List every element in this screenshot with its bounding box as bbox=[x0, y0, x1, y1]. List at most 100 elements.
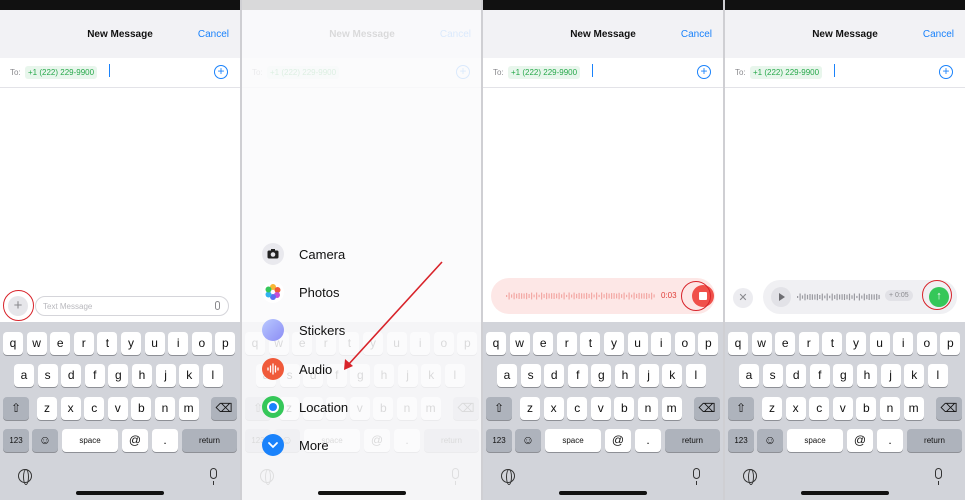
return-key[interactable]: return bbox=[182, 429, 237, 452]
recipient-chip[interactable]: +1 (222) 229-9900 bbox=[25, 66, 98, 79]
key-x[interactable]: x bbox=[785, 397, 806, 420]
key-n[interactable]: n bbox=[638, 397, 658, 420]
key-w[interactable]: w bbox=[751, 332, 772, 355]
key-s[interactable]: s bbox=[762, 364, 783, 387]
add-contact-icon[interactable]: + bbox=[939, 65, 953, 79]
key-s[interactable]: s bbox=[37, 364, 58, 387]
key-q[interactable]: q bbox=[728, 332, 748, 355]
key-v[interactable]: v bbox=[832, 397, 853, 420]
key-j[interactable]: j bbox=[155, 364, 176, 387]
recipient-row[interactable]: To: +1 (222) 229-9900 + bbox=[483, 58, 723, 88]
key-s[interactable]: s bbox=[520, 364, 541, 387]
key-a[interactable]: a bbox=[497, 364, 517, 387]
recipient-row[interactable]: To: +1 (222) 229-9900 + bbox=[0, 58, 240, 88]
key-o[interactable]: o bbox=[674, 332, 695, 355]
play-icon[interactable] bbox=[771, 287, 791, 307]
key-z[interactable]: z bbox=[520, 397, 540, 420]
key-a[interactable]: a bbox=[739, 364, 759, 387]
emoji-key[interactable]: ☺ bbox=[515, 429, 541, 452]
key-f[interactable]: f bbox=[84, 364, 105, 387]
key-t[interactable]: t bbox=[97, 332, 118, 355]
key-u[interactable]: u bbox=[144, 332, 165, 355]
period-key[interactable]: . bbox=[635, 429, 661, 452]
key-v[interactable]: v bbox=[590, 397, 611, 420]
key-o[interactable]: o bbox=[191, 332, 212, 355]
shift-key[interactable]: ⇧ bbox=[486, 397, 512, 420]
key-r[interactable]: r bbox=[556, 332, 577, 355]
key-b[interactable]: b bbox=[614, 397, 635, 420]
numbers-key[interactable]: 123 bbox=[728, 429, 754, 452]
key-d[interactable]: d bbox=[544, 364, 565, 387]
key-u[interactable]: u bbox=[627, 332, 648, 355]
key-k[interactable]: k bbox=[179, 364, 200, 387]
at-key[interactable]: @ bbox=[847, 429, 873, 452]
recipient-chip[interactable]: +1 (222) 229-9900 bbox=[508, 66, 581, 79]
space-key[interactable]: space bbox=[62, 429, 118, 452]
key-k[interactable]: k bbox=[662, 364, 683, 387]
key-f[interactable]: f bbox=[809, 364, 830, 387]
key-r[interactable]: r bbox=[798, 332, 819, 355]
return-key[interactable]: return bbox=[907, 429, 962, 452]
dictation-mic-icon[interactable] bbox=[215, 301, 220, 310]
key-p[interactable]: p bbox=[698, 332, 719, 355]
key-f[interactable]: f bbox=[567, 364, 588, 387]
shift-key[interactable]: ⇧ bbox=[728, 397, 754, 420]
shift-key[interactable]: ⇧ bbox=[3, 397, 29, 420]
emoji-key[interactable]: ☺ bbox=[32, 429, 58, 452]
backspace-key[interactable]: ⌫ bbox=[936, 397, 962, 420]
keyboard-mic-icon[interactable] bbox=[693, 468, 700, 485]
return-key[interactable]: return bbox=[665, 429, 720, 452]
key-a[interactable]: a bbox=[14, 364, 34, 387]
key-l[interactable]: l bbox=[685, 364, 706, 387]
key-o[interactable]: o bbox=[916, 332, 937, 355]
key-z[interactable]: z bbox=[37, 397, 57, 420]
period-key[interactable]: . bbox=[877, 429, 903, 452]
at-key[interactable]: @ bbox=[605, 429, 631, 452]
cancel-button[interactable]: Cancel bbox=[681, 29, 712, 40]
key-w[interactable]: w bbox=[509, 332, 530, 355]
key-r[interactable]: r bbox=[73, 332, 94, 355]
key-g[interactable]: g bbox=[108, 364, 129, 387]
period-key[interactable]: . bbox=[152, 429, 178, 452]
key-b[interactable]: b bbox=[856, 397, 877, 420]
key-x[interactable]: x bbox=[543, 397, 564, 420]
key-h[interactable]: h bbox=[615, 364, 635, 387]
key-l[interactable]: l bbox=[927, 364, 948, 387]
key-d[interactable]: d bbox=[61, 364, 82, 387]
key-c[interactable]: c bbox=[567, 397, 588, 420]
key-c[interactable]: c bbox=[84, 397, 105, 420]
globe-icon[interactable] bbox=[501, 469, 515, 485]
key-j[interactable]: j bbox=[638, 364, 659, 387]
key-w[interactable]: w bbox=[26, 332, 47, 355]
key-u[interactable]: u bbox=[869, 332, 890, 355]
globe-icon[interactable] bbox=[743, 469, 757, 485]
keyboard-mic-icon[interactable] bbox=[210, 468, 217, 485]
at-key[interactable]: @ bbox=[122, 429, 148, 452]
key-j[interactable]: j bbox=[880, 364, 901, 387]
key-y[interactable]: y bbox=[121, 332, 141, 355]
add-contact-icon[interactable]: + bbox=[214, 65, 228, 79]
key-b[interactable]: b bbox=[131, 397, 152, 420]
key-l[interactable]: l bbox=[202, 364, 223, 387]
numbers-key[interactable]: 123 bbox=[3, 429, 29, 452]
key-g[interactable]: g bbox=[591, 364, 612, 387]
discard-audio-button[interactable]: ✕ bbox=[733, 288, 753, 308]
key-d[interactable]: d bbox=[786, 364, 807, 387]
key-q[interactable]: q bbox=[486, 332, 506, 355]
key-t[interactable]: t bbox=[822, 332, 843, 355]
cancel-button[interactable]: Cancel bbox=[923, 29, 954, 40]
key-p[interactable]: p bbox=[940, 332, 961, 355]
numbers-key[interactable]: 123 bbox=[486, 429, 512, 452]
add-contact-icon[interactable]: + bbox=[697, 65, 711, 79]
key-e[interactable]: e bbox=[775, 332, 796, 355]
key-v[interactable]: v bbox=[107, 397, 128, 420]
key-y[interactable]: y bbox=[604, 332, 624, 355]
key-e[interactable]: e bbox=[533, 332, 554, 355]
key-n[interactable]: n bbox=[880, 397, 900, 420]
key-i[interactable]: i bbox=[168, 332, 189, 355]
key-m[interactable]: m bbox=[178, 397, 199, 420]
key-x[interactable]: x bbox=[60, 397, 81, 420]
recipient-chip[interactable]: +1 (222) 229-9900 bbox=[750, 66, 823, 79]
key-q[interactable]: q bbox=[3, 332, 23, 355]
message-input[interactable]: Text Message bbox=[35, 296, 229, 316]
